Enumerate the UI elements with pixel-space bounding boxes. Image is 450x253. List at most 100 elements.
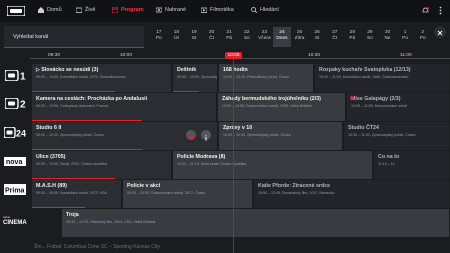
- info-button[interactable]: [201, 130, 211, 141]
- svg-text:Prima: Prima: [5, 188, 25, 195]
- ct1-logo[interactable]: 1: [5, 70, 27, 81]
- channel-search-box[interactable]: [4, 26, 144, 48]
- program-title: Zprávy v 10: [223, 125, 253, 131]
- program-tile[interactable]: Policie Modrava (8) 10:00 – 11:10, Krimi …: [173, 151, 373, 179]
- program-meta: 10:00 – 10:55, Dokumentární seriál, 2006…: [222, 104, 313, 108]
- ct24-logo[interactable]: 24: [4, 127, 29, 138]
- program-meta: 09:55 – 10:50, Dokumentární seriál, 2017…: [127, 191, 206, 195]
- day-name: Út: [173, 36, 179, 41]
- nav-item-live[interactable]: Živě: [76, 7, 95, 13]
- day-name: Po: [419, 36, 426, 41]
- ceska-televize-logo[interactable]: [7, 6, 25, 16]
- day-item[interactable]: 23 Včera: [256, 27, 274, 47]
- nav-item-home[interactable]: Domů: [38, 7, 62, 13]
- nav-item-recorded[interactable]: Nahrané: [156, 7, 186, 13]
- nav-item-program[interactable]: Program: [112, 7, 144, 13]
- channel-search-input[interactable]: [11, 31, 139, 43]
- program-title: Policie Modrava (8): [177, 154, 226, 160]
- time-label: 09:30: [48, 53, 61, 58]
- day-picker: 17 Po 18 Út 19 St 20 Čt 21 Pá 22 So 23 Včera 24 Dnes 25 Z…: [150, 27, 432, 47]
- program-tile[interactable]: Mise Galapágy (2/3) 10:55 – 11:50, Dokume…: [347, 93, 450, 121]
- program-meta: 09:00 – 10:00, Cestopisný dokument, Fran…: [36, 104, 109, 108]
- nav-label: Hledání: [260, 7, 279, 13]
- nova-cinema-logo[interactable]: nova CINEMA: [3, 214, 27, 225]
- watch-progress-bar: [32, 178, 116, 179]
- program-meta: 10:30 – 11:00, Zpravodajský pořad, Česko: [348, 133, 416, 137]
- program-tile[interactable]: Ulice (3705) 09:05 – 10:00, Seriál, 2020,…: [32, 151, 172, 179]
- program-tile[interactable]: Troja 09:35 – 12:30, Historický film, 200…: [62, 209, 450, 237]
- day-item[interactable]: 28 Pá: [344, 27, 362, 47]
- program-tile[interactable]: Zprávy v 10 10:00 – 10:30, Zpravodajský p…: [219, 122, 343, 150]
- day-item[interactable]: 18 Út: [168, 27, 186, 47]
- day-item[interactable]: 22 So: [238, 27, 256, 47]
- nav-item-filmoteka[interactable]: Filmotéka: [201, 7, 234, 13]
- nav-label: Filmotéka: [210, 7, 234, 13]
- day-name: St: [314, 36, 320, 41]
- program-title: Rozpaky kuchaře Svatopluka (12/13): [319, 67, 411, 73]
- close-icon: [437, 30, 443, 36]
- day-item[interactable]: 30 Ne: [379, 27, 397, 47]
- watch-progress-bar: [32, 207, 86, 208]
- day-item[interactable]: 1 Po: [396, 27, 414, 47]
- day-name: St: [191, 36, 197, 41]
- more-options-icon[interactable]: [439, 6, 442, 15]
- nova-logo[interactable]: nova: [4, 157, 26, 166]
- day-item[interactable]: 27 Čt: [326, 27, 344, 47]
- channel-row: Studio 6 II 09:00 – 10:00, Zpravodajský p…: [0, 122, 450, 151]
- close-button[interactable]: [434, 26, 446, 38]
- program-title: Studio ČT24: [348, 125, 379, 131]
- day-name: Čt: [209, 36, 214, 41]
- svg-text:2: 2: [20, 100, 26, 110]
- day-item[interactable]: 24 Dnes: [273, 27, 291, 47]
- program-meta: 10:00 – 10:30, Publicistický pořad, Česk…: [223, 75, 289, 79]
- top-right-icons: [422, 6, 442, 15]
- program-tile[interactable]: Deštník 09:55 – 10:00, Zpravodajský pořad…: [173, 64, 218, 92]
- day-item[interactable]: 17 Po: [150, 27, 168, 47]
- program-title: 168 hodin: [223, 67, 248, 73]
- record-button[interactable]: [186, 130, 196, 140]
- program-title: Slovácko se nesúdí (3): [41, 67, 99, 73]
- watch-progress-bar: [173, 91, 200, 92]
- ct2-logo[interactable]: 2: [5, 98, 27, 109]
- record-icon: [189, 136, 193, 140]
- day-item[interactable]: 19 St: [185, 27, 203, 47]
- day-name: So: [366, 36, 373, 41]
- program-tile[interactable]: Co na to 11:10 – 11:: [374, 151, 450, 179]
- program-title-wrap: ▷ Slovácko se nesúdí (3): [36, 67, 167, 73]
- day-name: Po: [155, 36, 162, 41]
- time-label: 10:30: [308, 53, 321, 58]
- day-name: Pá: [226, 36, 233, 41]
- svg-text:24: 24: [16, 129, 26, 139]
- program-tile[interactable]: M.A.S.H (89) 09:00 – 09:55, Komediální se…: [32, 180, 122, 208]
- nav-item-search[interactable]: Hledání: [251, 7, 279, 13]
- program-tile[interactable]: Kamera na cestách: Procházka po Andalusi…: [32, 93, 217, 121]
- program-title: Co na to: [378, 154, 400, 160]
- notification-bell-icon[interactable]: [422, 7, 429, 14]
- program-title: Ulice (3705): [36, 154, 66, 160]
- program-tile[interactable]: ▷ Slovácko se nesúdí (3) 09:00 – 10:00, K…: [32, 64, 172, 92]
- day-name: So: [243, 36, 250, 41]
- program-meta: 10:00 – 10:30, Zpravodajský pořad, Česko: [223, 133, 291, 137]
- day-item[interactable]: 20 Čt: [203, 27, 221, 47]
- program-meta: 10:30 – 11:00, Komediální seriál, 1985, …: [319, 75, 409, 79]
- program-tile[interactable]: Rozpaky kuchaře Svatopluka (12/13) 10:30 …: [315, 64, 450, 92]
- day-item[interactable]: 29 So: [361, 27, 379, 47]
- day-item[interactable]: 25 Zítra: [291, 27, 309, 47]
- nav-label: Domů: [47, 7, 62, 13]
- day-item[interactable]: 26 St: [308, 27, 326, 47]
- program-tile[interactable]: Záhady bermudského trojúhelníku (2/3) 10:…: [218, 93, 346, 121]
- time-label: 11:00: [400, 53, 412, 58]
- day-name: Zítra: [294, 36, 305, 41]
- nav-label: Nahrané: [165, 7, 187, 13]
- watch-progress-bar: [32, 120, 143, 121]
- current-time-line: [233, 59, 234, 253]
- svg-text:1: 1: [20, 72, 26, 82]
- day-item[interactable]: 21 Pá: [220, 27, 238, 47]
- program-title: M.A.S.H (89): [36, 183, 67, 189]
- prima-logo[interactable]: Prima: [4, 184, 26, 195]
- program-tile[interactable]: Katie Pforde: Ztracené srdce 10:50 – 12:4…: [254, 180, 450, 208]
- program-meta: 09:00 – 09:55, Komediální seriál, 1972, …: [36, 191, 107, 195]
- program-tile[interactable]: Studio ČT24 10:30 – 11:00, Zpravodajský p…: [344, 122, 450, 150]
- day-item[interactable]: 2 Po: [414, 27, 432, 47]
- info-icon: [205, 135, 207, 141]
